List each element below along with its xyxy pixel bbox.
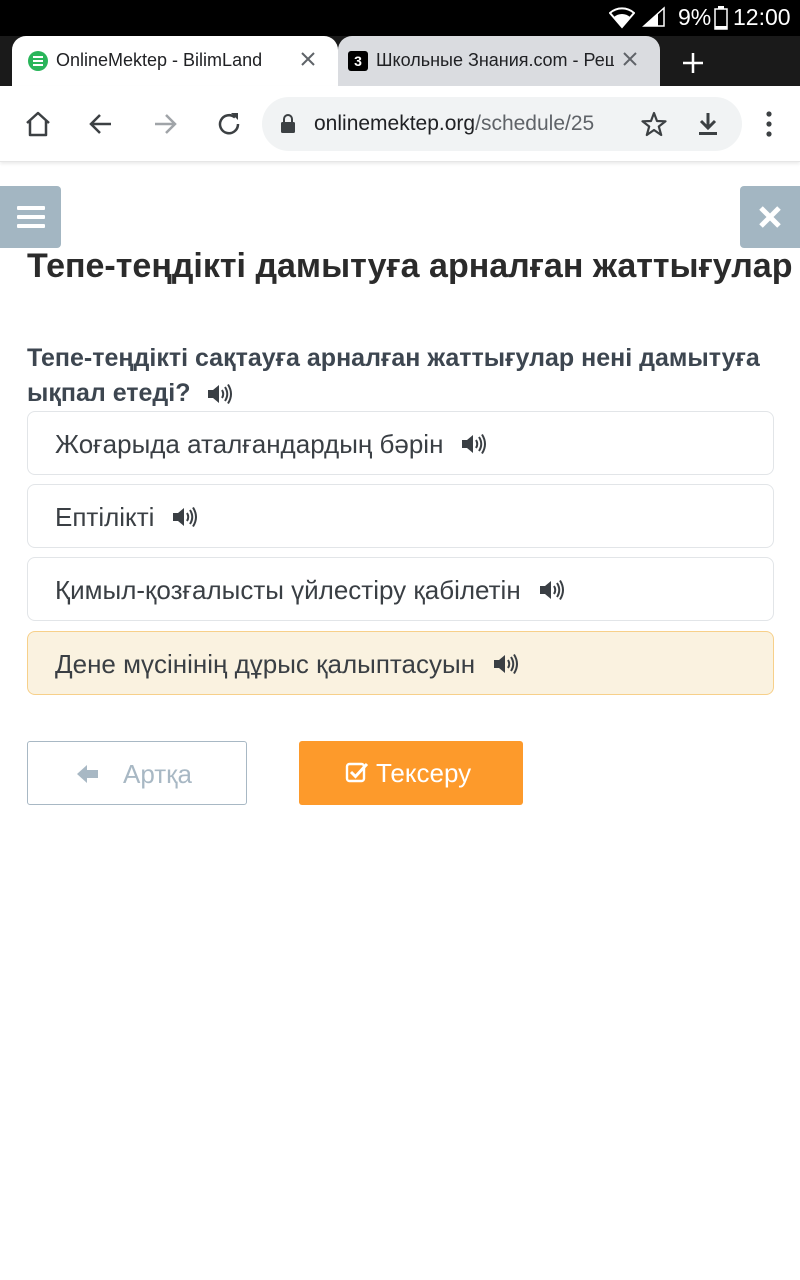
speaker-icon[interactable] [172,506,198,528]
speaker-icon[interactable] [493,653,519,675]
speaker-icon[interactable] [461,433,487,455]
close-lesson-button[interactable] [740,186,800,248]
browser-toolbar: onlinemektep.org/schedule/25 [0,86,800,162]
answer-option[interactable]: Қимыл-қозғалысты үйлестіру қабілетін [27,557,774,621]
znania-favicon-icon: 3 [348,51,368,71]
address-bar[interactable]: onlinemektep.org/schedule/25 [262,97,742,151]
tab-title: OnlineMektep - BilimLand [56,50,263,70]
signal-icon [642,6,665,27]
new-tab-icon[interactable] [681,51,705,75]
back-button[interactable]: Артқа [27,741,247,805]
speaker-icon[interactable] [539,579,565,601]
close-tab-icon[interactable] [298,49,318,69]
close-icon [759,206,781,228]
question-text: Тепе-теңдікті сақтауға арналған жаттығул… [27,341,767,411]
check-answer-button[interactable]: Тексеру [299,741,523,805]
tab-strip: OnlineMektep - BilimLand 3 Школьные Знан… [0,36,800,86]
back-arrow-icon[interactable] [87,110,115,138]
tab-znania[interactable]: 3 Школьные Знания.com - Решайте [338,36,660,86]
check-button-label: Тексеру [376,758,472,788]
url-text[interactable]: onlinemektep.org/schedule/25 [314,112,604,136]
wifi-icon [609,7,635,29]
battery-percent: 9% [678,4,712,30]
clock: 12:00 [733,4,791,30]
bilimland-favicon-icon [28,51,48,71]
answer-option-selected[interactable]: Дене мүсінінің дұрыс қалыптасуын [27,631,774,695]
answer-option-label: Қимыл-қозғалысты үйлестіру қабілетін [55,575,521,605]
home-icon[interactable] [24,110,52,138]
battery-icon [714,6,728,30]
arrow-left-icon [77,765,98,783]
close-tab-icon[interactable] [620,49,640,69]
question-label: Тепе-теңдікті сақтауға арналған жаттығул… [27,344,760,407]
answer-option-label: Дене мүсінінің дұрыс қалыптасуын [55,649,476,679]
lock-icon [281,114,295,133]
checkbox-check-icon [345,762,369,783]
download-icon[interactable] [694,110,722,138]
answer-option-label: Жоғарыда аталғандардың бәрін [55,429,444,459]
forward-arrow-icon[interactable] [151,110,179,138]
answer-option[interactable]: Ептілікті [27,484,774,548]
page-title: Тепе-теңдікті дамытуға арналған жаттығул… [27,247,793,285]
reload-icon[interactable] [215,110,243,138]
more-options-icon[interactable] [762,110,776,138]
hamburger-menu-button[interactable] [0,186,61,248]
bookmark-star-icon[interactable] [640,110,668,138]
back-button-label: Артқа [123,759,192,789]
svg-text:3: 3 [354,53,362,69]
speaker-icon[interactable] [207,383,233,405]
answer-option-label: Ептілікті [55,502,155,532]
tab-title: Школьные Знания.com - Решайте [376,50,614,70]
answer-option[interactable]: Жоғарыда аталғандардың бәрін [27,411,774,475]
tab-onlinemektep[interactable]: OnlineMektep - BilimLand [12,36,338,86]
status-bar: 9% 12:00 [0,0,800,36]
